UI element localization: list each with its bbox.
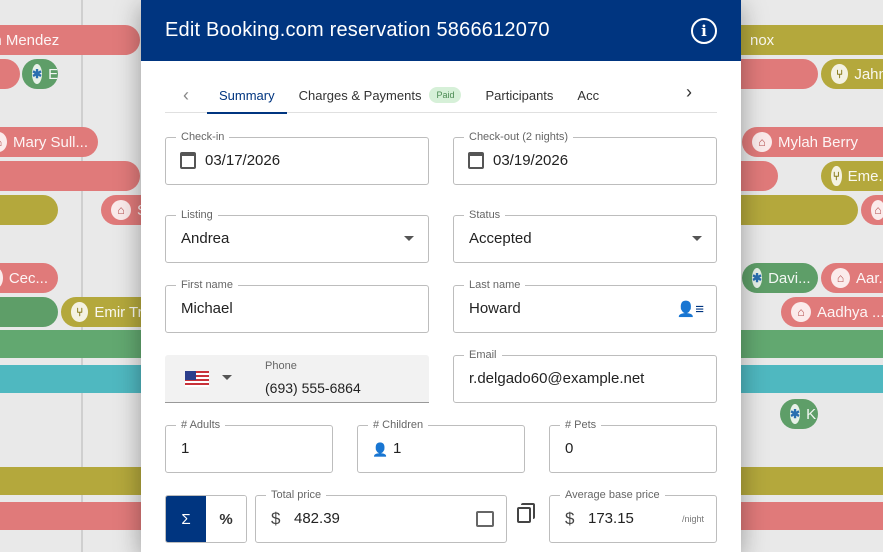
phone-field[interactable]: Phone (693) 555-6864 <box>165 355 429 403</box>
booking-bar[interactable] <box>0 297 58 327</box>
child-icon: 👤 <box>372 442 389 457</box>
pets-field[interactable]: # Pets 0 <box>549 419 717 473</box>
percent-toggle-button[interactable]: % <box>206 496 246 542</box>
price-mode-toggle: Σ % <box>165 495 247 543</box>
adults-field[interactable]: # Adults 1 <box>165 419 333 473</box>
booking-bar[interactable]: ⑂Eme... <box>821 161 883 191</box>
dropdown-arrow-icon <box>692 236 702 241</box>
total-price-field[interactable]: Total price $ 482.39 <box>255 489 507 543</box>
dropdown-arrow-icon <box>404 236 414 241</box>
booking-bar[interactable]: ⌂ <box>861 195 883 225</box>
contact-list-icon[interactable]: 👤≡ <box>677 300 704 318</box>
first-name-field[interactable]: First name Michael <box>165 279 429 333</box>
status-select[interactable]: Status Accepted <box>453 209 717 263</box>
calendar-icon[interactable] <box>180 152 196 169</box>
tab-participants[interactable]: Participants <box>473 78 565 113</box>
booking-bar[interactable] <box>0 59 20 89</box>
tab-accounting[interactable]: Acc <box>565 78 611 113</box>
booking-bar[interactable]: nox <box>720 25 883 55</box>
tab-bar: ‹ Summary Charges & Payments Paid Partici… <box>165 78 717 114</box>
booking-bar[interactable] <box>0 195 58 225</box>
booking-bar[interactable]: in Mendez <box>0 25 140 55</box>
booking-bar[interactable]: ⌂Aar... <box>821 263 883 293</box>
booking-bar[interactable]: ⌂ Aadhya ... <box>781 297 883 327</box>
calendar-icon[interactable] <box>468 152 484 169</box>
dollar-icon: $ <box>271 509 281 528</box>
us-flag-icon[interactable] <box>185 371 209 387</box>
tab-summary[interactable]: Summary <box>207 78 287 114</box>
booking-bar[interactable]: ✱ E <box>22 59 58 89</box>
dialog-title: Edit Booking.com reservation 5866612070 <box>165 19 550 41</box>
listing-select[interactable]: Listing Andrea <box>165 209 429 263</box>
edit-reservation-dialog: Edit Booking.com reservation 5866612070 … <box>141 0 741 552</box>
booking-bar[interactable]: ✱ K <box>780 399 818 429</box>
booking-bar[interactable] <box>0 161 140 191</box>
paid-badge: Paid <box>429 87 462 103</box>
email-field[interactable]: Email r.delgado60@example.net <box>453 349 717 403</box>
sum-toggle-button[interactable]: Σ <box>166 496 206 542</box>
tab-charges-payments[interactable]: Charges & Payments Paid <box>287 78 474 113</box>
chevron-left-icon[interactable]: ‹ <box>165 85 207 106</box>
copy-icon[interactable] <box>517 503 535 523</box>
booking-bar[interactable]: ⌂Cec... <box>0 263 58 293</box>
dialog-header: Edit Booking.com reservation 5866612070 … <box>141 0 741 61</box>
booking-bar[interactable]: ⑂Jahm <box>821 59 883 89</box>
booking-bar[interactable]: ⌂ Mylah Berry <box>742 127 883 157</box>
chevron-right-icon[interactable]: › <box>669 82 709 103</box>
price-breakdown-icon[interactable] <box>476 511 494 527</box>
children-field[interactable]: # Children 👤 1 <box>357 419 525 473</box>
country-dropdown-icon[interactable] <box>222 375 232 380</box>
info-icon[interactable]: i <box>691 17 717 44</box>
dollar-icon: $ <box>565 509 575 528</box>
checkout-field[interactable]: Check-out (2 nights) 03/19/2026 <box>453 131 717 185</box>
booking-bar[interactable]: ✱ Davi... <box>742 263 818 293</box>
checkin-field[interactable]: Check-in 03/17/2026 <box>165 131 429 185</box>
last-name-field[interactable]: Last name Howard 👤≡ <box>453 279 717 333</box>
average-base-price-field[interactable]: Average base price $ 173.15 /night <box>549 489 717 543</box>
booking-bar[interactable]: ⌂Mary Sull... <box>0 127 98 157</box>
